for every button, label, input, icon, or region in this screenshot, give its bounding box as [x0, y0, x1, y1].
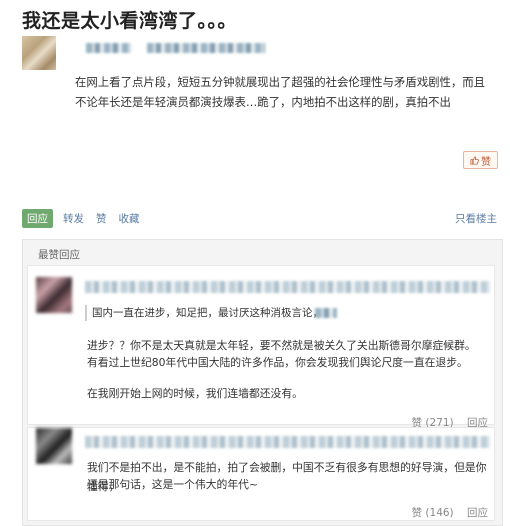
reply-avatar[interactable] — [36, 428, 72, 464]
reply-avatar[interactable] — [36, 277, 72, 313]
reply-quote-text: 国内一直在进步，知足把，最讨厌这种消极言论， — [92, 307, 323, 319]
reply-reply-link[interactable]: 回应 — [467, 507, 488, 519]
post-like-button[interactable]: 赞 — [463, 151, 498, 169]
reply-paragraph: 有看过上世纪80年代中国大陆的许多作品，你会发现我们舆论尺度一直在退步。 — [87, 356, 468, 369]
hot-replies-header: 最赞回应 — [38, 249, 80, 261]
post-like-label: 赞 — [481, 156, 491, 168]
repost-link[interactable]: 转发 — [63, 211, 84, 226]
quote-author-blurred — [315, 308, 337, 318]
thumbs-up-icon — [470, 155, 479, 165]
reply-quote: 国内一直在进步，知足把，最讨厌这种消极言论， — [85, 305, 487, 321]
post-title: 我还是太小看湾湾了。。。 — [22, 10, 238, 32]
author-name-blurred[interactable] — [86, 43, 131, 53]
author-meta-blurred — [147, 43, 265, 53]
only-host-link[interactable]: 只看楼主 — [455, 211, 497, 226]
reply-like-count[interactable]: 赞 (146) — [412, 507, 454, 519]
like-link[interactable]: 赞 — [96, 211, 107, 226]
reply-author-blurred[interactable] — [85, 281, 490, 293]
reply-button[interactable]: 回应 — [22, 209, 53, 228]
collect-link[interactable]: 收藏 — [119, 211, 140, 226]
author-avatar[interactable] — [22, 36, 56, 70]
post-content: 在网上看了点片段，短短五分钟就展现出了超强的社会伦理性与矛盾戏剧性，而且不论年长… — [75, 75, 486, 109]
reply-paragraph: 还是那句话，这是一个伟大的年代~ — [87, 478, 258, 491]
reply-author-blurred[interactable] — [85, 436, 490, 448]
reply-meta: 赞 (146) 回应 — [412, 505, 488, 520]
reply-paragraph: 在我刚开始上网的时候，我们连墙都还没有。 — [87, 387, 303, 400]
post-action-bar: 回应 转发 赞 收藏 — [22, 209, 152, 228]
